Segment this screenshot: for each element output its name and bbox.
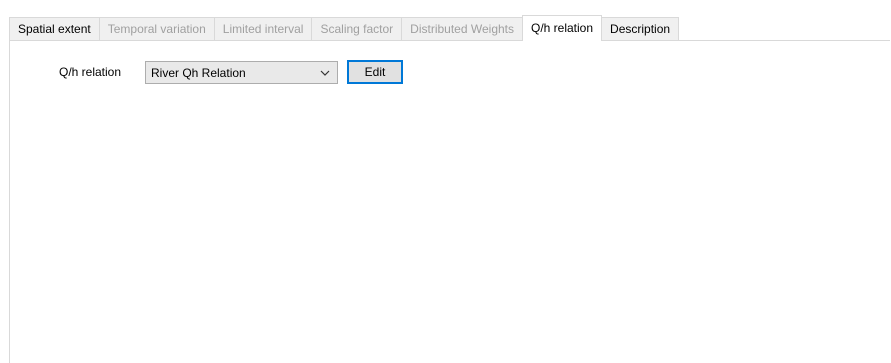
qh-relation-dropdown[interactable]: River Qh Relation xyxy=(145,61,338,84)
tab-distributed-weights[interactable]: Distributed Weights xyxy=(401,17,523,40)
tab-scaling-factor[interactable]: Scaling factor xyxy=(311,17,403,40)
tab-temporal-variation[interactable]: Temporal variation xyxy=(98,17,215,40)
tab-spatial-extent[interactable]: Spatial extent xyxy=(9,17,100,40)
edit-button[interactable]: Edit xyxy=(347,60,403,84)
tab-description[interactable]: Description xyxy=(601,17,680,40)
qh-relation-dialog: Spatial extent Temporal variation Limite… xyxy=(0,0,891,363)
qh-relation-label: Q/h relation xyxy=(59,65,122,79)
tab-qh-relation[interactable]: Q/h relation xyxy=(522,15,603,41)
tab-strip: Spatial extent Temporal variation Limite… xyxy=(9,15,680,41)
tab-limited-interval[interactable]: Limited interval xyxy=(213,17,313,40)
chevron-down-icon xyxy=(320,70,330,76)
tab-content-panel xyxy=(9,40,890,363)
qh-relation-selected-value: River Qh Relation xyxy=(151,66,246,80)
